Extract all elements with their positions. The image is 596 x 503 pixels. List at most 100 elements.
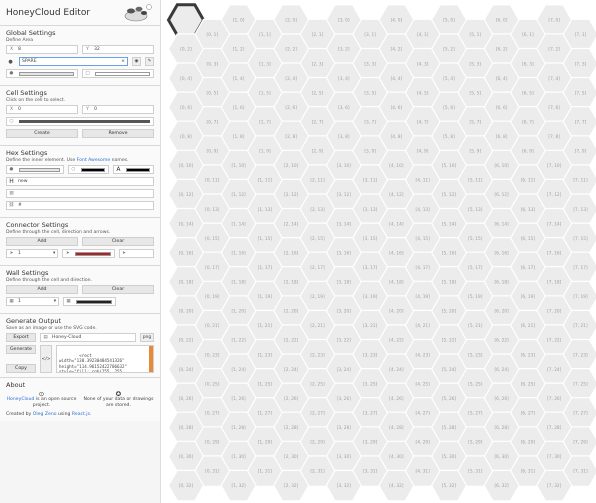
- credit-line: Created by Oleg Zeno using React.js.: [6, 412, 92, 417]
- react-link[interactable]: React.js: [72, 412, 90, 417]
- remove-button[interactable]: Remove: [82, 129, 154, 138]
- hex-cell-label: [6, 27]: [521, 411, 536, 417]
- hex-text-input[interactable]: H new: [6, 177, 154, 186]
- pencil-icon[interactable]: ✎: [145, 57, 154, 66]
- wall-add-button[interactable]: Add: [6, 285, 78, 294]
- hex-cell-label: [2, 15]: [310, 236, 325, 242]
- eye-icon[interactable]: ◉: [132, 57, 141, 66]
- hex-cell-label: [2, 23]: [310, 352, 325, 358]
- cell-y-input[interactable]: Y 0: [82, 105, 154, 114]
- hex-canvas[interactable]: [1, 0] [2, 0] [3, 0] [4, 0] [5, 0] [6, 0] [7, …: [162, 0, 596, 503]
- hex-cell-label: [6, 30]: [494, 454, 509, 460]
- hex-cell-label: [7, 15]: [573, 236, 588, 242]
- cell-x-input[interactable]: X 0: [6, 105, 78, 114]
- hex-cell-label: [1, 2]: [233, 47, 245, 53]
- hex-cell-label: [5, 26]: [442, 396, 457, 402]
- generate-output-subtitle: Save as an image or use the SVG code.: [6, 326, 97, 331]
- hex-icon-color[interactable]: ○: [67, 165, 109, 174]
- generate-button[interactable]: Generate: [6, 345, 36, 354]
- heading-icon: H: [9, 178, 14, 185]
- generate-output: Generate Output Save as an image or use …: [0, 314, 160, 378]
- hex-cell-label: [1, 15]: [258, 236, 273, 242]
- hex-cell-label: [3, 30]: [337, 454, 352, 460]
- clear-x-icon[interactable]: ×: [121, 59, 127, 64]
- hex-cell-label: [3, 31]: [363, 469, 378, 475]
- create-button[interactable]: Create: [6, 129, 78, 138]
- hex-cell-label: [0, 23]: [205, 352, 220, 358]
- wall-direction-select[interactable]: ▦ 1 ▾: [6, 297, 59, 306]
- hex-cell-label: [6, 5]: [522, 90, 534, 96]
- connector-add-button[interactable]: Add: [6, 237, 78, 246]
- format-select[interactable]: png: [140, 333, 154, 342]
- hex-cell-label: [3, 28]: [337, 425, 352, 431]
- hex-cell-label: [7, 4]: [548, 76, 560, 82]
- hex-cell-label: [4, 32]: [389, 483, 404, 489]
- hex-cell-label: [0, 10]: [179, 163, 194, 169]
- hex-cell-label: [0, 15]: [205, 236, 220, 242]
- global-y-input[interactable]: Y 32: [82, 45, 154, 54]
- hex-cell-label: [6, 8]: [496, 134, 508, 140]
- hex-grid[interactable]: [1, 0] [2, 0] [3, 0] [4, 0] [5, 0] [6, 0] [7, …: [162, 0, 596, 503]
- arrow-icon: ➤: [65, 251, 70, 256]
- svg-code-output[interactable]: <rect width="138.39230484541326" height=…: [56, 345, 154, 373]
- circle-icon: ●: [8, 58, 13, 65]
- honeycloud-link[interactable]: HoneyCloud: [7, 397, 35, 402]
- hex-cell-label: [2, 1]: [312, 32, 324, 38]
- filename-input[interactable]: ▤ Honey-Cloud: [40, 333, 136, 342]
- global-settings: Global Settings Define Area X 8 Y 32 ● S…: [0, 26, 160, 86]
- wall-color[interactable]: ▦: [63, 297, 116, 306]
- hex-link-input[interactable]: ⛓ #: [6, 201, 154, 210]
- author-link[interactable]: Oleg Zeno: [33, 412, 57, 417]
- hex-cell-label: [2, 21]: [310, 323, 325, 329]
- hex-cell-label: [3, 1]: [364, 32, 376, 38]
- scrollbar[interactable]: [149, 346, 153, 372]
- connector-color[interactable]: ➤: [62, 249, 115, 258]
- shape-select[interactable]: SPARE ×: [19, 57, 128, 66]
- hex-cell-label: [1, 12]: [231, 192, 246, 198]
- hex-cell-label: [4, 18]: [389, 280, 404, 286]
- app-header: HoneyCloud Editor: [0, 0, 160, 26]
- hex-cell-label: [7, 1]: [575, 32, 587, 38]
- hex-cell-label: [4, 19]: [416, 294, 431, 300]
- global-stroke-color[interactable]: □: [82, 69, 154, 78]
- hex-cell-label: [7, 19]: [573, 294, 588, 300]
- hex-cell-label: [2, 16]: [284, 250, 299, 256]
- hex-cell-label: [4, 21]: [416, 323, 431, 329]
- hex-cell-label: [2, 26]: [284, 396, 299, 402]
- hex-cell-label: [0, 12]: [179, 192, 194, 198]
- wall-settings-subtitle: Define through the cell and direction.: [6, 278, 93, 283]
- hex-text-color[interactable]: A: [112, 165, 154, 174]
- global-fill-color[interactable]: ●: [6, 69, 78, 78]
- circle-outline-icon: ○: [71, 167, 76, 172]
- hex-image-input[interactable]: ▨: [6, 189, 154, 198]
- hex-cell-label: [2, 25]: [310, 381, 325, 387]
- hex-cell-label: [3, 16]: [337, 250, 352, 256]
- hex-cell-label: [3, 0]: [338, 18, 350, 24]
- connector-arrow-toggle[interactable]: ➤: [118, 249, 154, 258]
- file-icon: ▤: [43, 335, 48, 340]
- copy-button[interactable]: Copy: [6, 364, 36, 373]
- hex-cell-label: [7, 18]: [547, 280, 562, 286]
- connector-direction-select[interactable]: ➤ 1 ▾: [6, 249, 59, 258]
- hex-cell-label: [0, 22]: [179, 338, 194, 344]
- hex-cell-label: [2, 13]: [310, 207, 325, 213]
- hex-cell-label: [7, 26]: [547, 396, 562, 402]
- export-button[interactable]: Export: [6, 333, 36, 342]
- font-awesome-link[interactable]: Font Awesome: [77, 158, 111, 163]
- connector-clear-button[interactable]: Clear: [82, 237, 154, 246]
- hex-cell-label: [1, 31]: [258, 469, 273, 475]
- hex-cell-label: [6, 1]: [522, 32, 534, 38]
- wall-clear-button[interactable]: Clear: [82, 285, 154, 294]
- hex-cell-label: [6, 12]: [494, 192, 509, 198]
- hex-cell-label: [2, 14]: [284, 221, 299, 227]
- generate-output-title: Generate Output: [6, 317, 62, 325]
- global-x-input[interactable]: X 8: [6, 45, 78, 54]
- hex-cell-label: [4, 23]: [416, 352, 431, 358]
- hex-cell-label: [7, 16]: [547, 250, 562, 256]
- cell-settings-subtitle: Click on the cell to select.: [6, 98, 66, 103]
- cell-color-input[interactable]: ○: [6, 117, 154, 126]
- hex-cell-label: [1, 11]: [258, 178, 273, 184]
- hex-cell-label: [5, 24]: [442, 367, 457, 373]
- hex-cell-label: [2, 0]: [285, 18, 297, 24]
- hex-bg-color[interactable]: ●: [6, 165, 64, 174]
